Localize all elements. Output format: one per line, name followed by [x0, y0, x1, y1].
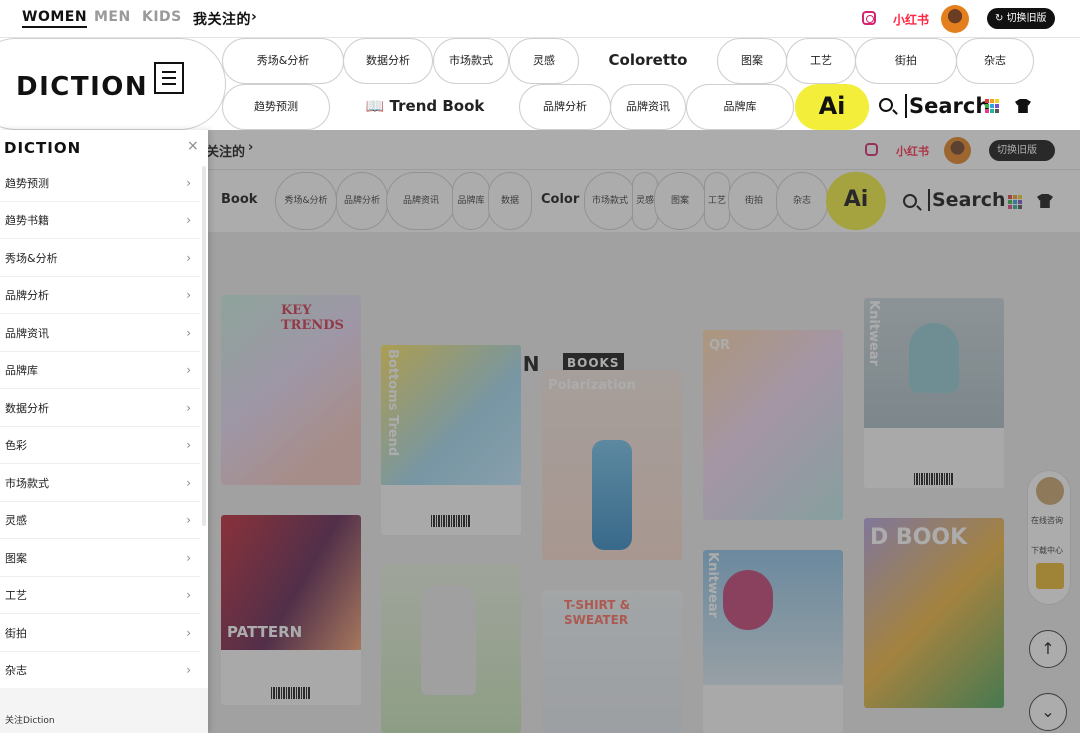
- drawer-item-label: 品牌资讯: [5, 327, 49, 340]
- old-version-label: 切换旧版: [1006, 13, 1047, 24]
- trend-book-label: Trend Book: [389, 97, 485, 115]
- chevron-right-icon: ›: [186, 663, 191, 677]
- chevron-right-icon: ›: [186, 213, 191, 227]
- drawer-item-label: 市场款式: [5, 477, 49, 490]
- drawer-item[interactable]: 工艺 ›: [0, 577, 200, 614]
- chevron-right-icon: ›: [186, 626, 191, 640]
- search-button[interactable]: Search: [905, 94, 990, 118]
- drawer-logo: DICTION: [4, 139, 82, 157]
- drawer-item-label: 灵感: [5, 514, 27, 527]
- drawer-item-label: 图案: [5, 552, 27, 565]
- diction-logo[interactable]: DICTION: [16, 72, 148, 102]
- nav-trend-book[interactable]: 📖 Trend Book: [330, 84, 520, 130]
- hamburger-menu-icon[interactable]: [154, 62, 184, 94]
- drawer-item-label: 杂志: [5, 664, 27, 677]
- chevron-right-icon: ›: [186, 513, 191, 527]
- drawer-item-label: 品牌分析: [5, 289, 49, 302]
- chevron-right-icon: ›: [186, 363, 191, 377]
- drawer-item[interactable]: 品牌库 ›: [0, 352, 200, 389]
- nav-pattern[interactable]: 图案: [717, 38, 787, 84]
- drawer-item-label: 品牌库: [5, 364, 38, 377]
- user-avatar[interactable]: [941, 5, 969, 33]
- drawer-item-label: 秀场&分析: [5, 252, 58, 265]
- nav-craft[interactable]: 工艺: [786, 38, 856, 84]
- ai-button[interactable]: Ai: [795, 84, 869, 130]
- side-drawer: DICTION × 趋势预测 › 趋势书籍 › 秀场&分析 › 品牌分析 › 品牌资讯 ›…: [0, 130, 208, 733]
- chevron-right-icon: ›: [186, 176, 191, 190]
- instagram-icon[interactable]: [862, 11, 876, 25]
- nav-brand-analysis[interactable]: 品牌分析: [519, 84, 611, 130]
- book-icon: 📖: [365, 97, 390, 115]
- chevron-right-icon: ›: [186, 401, 191, 415]
- drawer-item-label: 趋势预测: [5, 177, 49, 190]
- search-icon[interactable]: [879, 98, 893, 112]
- drawer-item[interactable]: 灵感 ›: [0, 502, 200, 539]
- drawer-item[interactable]: 趋势预测 ›: [0, 165, 200, 202]
- tab-women[interactable]: WOMEN: [22, 9, 88, 28]
- chevron-right-icon: ›: [186, 476, 191, 490]
- nav-inspiration[interactable]: 灵感: [509, 38, 579, 84]
- switch-old-version-button[interactable]: ↻ 切换旧版: [987, 8, 1055, 29]
- drawer-footer: 关注Diction: [0, 688, 208, 733]
- drawer-scrollbar[interactable]: [202, 166, 206, 526]
- drawer-item[interactable]: 品牌分析 ›: [0, 277, 200, 314]
- nav-show-analysis[interactable]: 秀场&分析: [222, 38, 344, 84]
- nav-trend-forecast[interactable]: 趋势预测: [222, 84, 330, 130]
- chevron-right-icon: ›: [186, 288, 191, 302]
- nav-data-analysis[interactable]: 数据分析: [343, 38, 433, 84]
- nav-street-snap[interactable]: 街拍: [855, 38, 957, 84]
- drawer-item[interactable]: 品牌资讯 ›: [0, 315, 200, 352]
- nav-magazine[interactable]: 杂志: [956, 38, 1034, 84]
- drawer-item-label: 数据分析: [5, 402, 49, 415]
- drawer-item-label: 工艺: [5, 589, 27, 602]
- tab-men[interactable]: MEN: [94, 9, 131, 25]
- nav-brand-news[interactable]: 品牌资讯: [610, 84, 686, 130]
- drawer-item[interactable]: 数据分析 ›: [0, 390, 200, 427]
- drawer-item-label: 色彩: [5, 439, 27, 452]
- drawer-item[interactable]: 图案 ›: [0, 540, 200, 577]
- chevron-right-icon: ›: [186, 551, 191, 565]
- nav-coloretto[interactable]: Coloretto: [580, 38, 716, 84]
- chevron-right-icon: ›: [186, 326, 191, 340]
- drawer-item[interactable]: 秀场&分析 ›: [0, 240, 200, 277]
- drawer-item-label: 街拍: [5, 627, 27, 640]
- drawer-item[interactable]: 街拍 ›: [0, 615, 200, 652]
- drawer-item[interactable]: 市场款式 ›: [0, 465, 200, 502]
- chevron-right-icon: ›: [251, 9, 258, 25]
- chevron-right-icon: ›: [186, 251, 191, 265]
- xiaohongshu-link[interactable]: 小红书: [893, 11, 929, 28]
- tab-kids[interactable]: KIDS: [142, 9, 182, 25]
- close-icon[interactable]: ×: [187, 138, 199, 154]
- drawer-item[interactable]: 杂志 ›: [0, 652, 200, 689]
- drawer-item[interactable]: 色彩 ›: [0, 427, 200, 464]
- chevron-right-icon: ›: [186, 588, 191, 602]
- drawer-item-label: 趋势书籍: [5, 214, 49, 227]
- color-grid-icon[interactable]: [985, 99, 999, 113]
- nav-brand-library[interactable]: 品牌库: [686, 84, 794, 130]
- refresh-icon: ↻: [995, 13, 1007, 24]
- chevron-right-icon: ›: [186, 438, 191, 452]
- follow-diction-label: 关注Diction: [5, 716, 55, 726]
- following-link[interactable]: 我关注的: [193, 9, 251, 29]
- nav-market-styles[interactable]: 市场款式: [433, 38, 509, 84]
- top-bar: WOMEN MEN KIDS 我关注的 › 小红书 ↻ 切换旧版: [0, 0, 1080, 38]
- drawer-item[interactable]: 趋势书籍 ›: [0, 202, 200, 239]
